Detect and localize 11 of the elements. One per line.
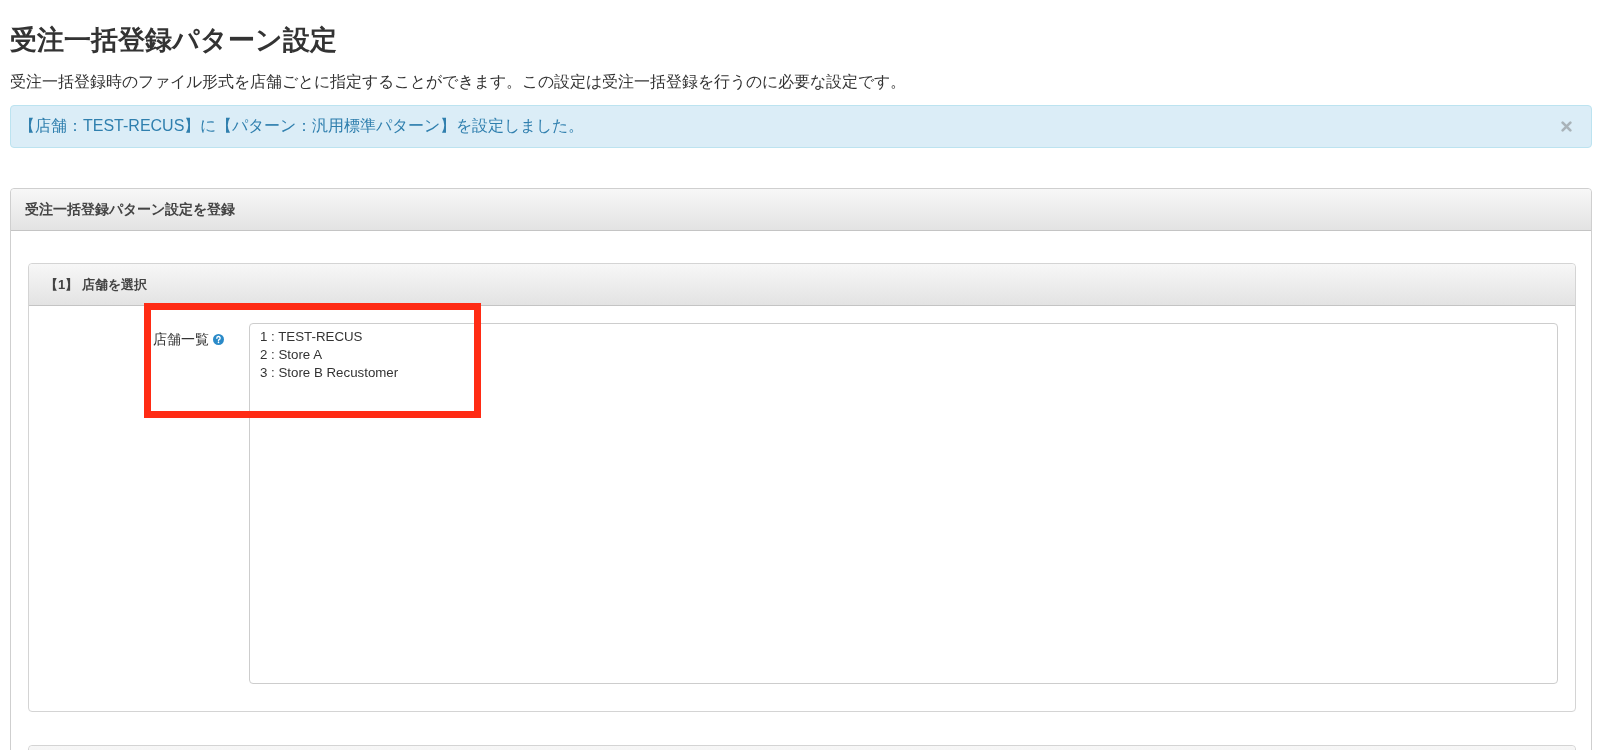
- alert-message: 【店舗：TEST-RECUS】に【パターン：汎用標準パターン】を設定しました。: [19, 116, 586, 136]
- page-description: 受注一括登録時のファイル形式を店舗ごとに指定することができます。この設定は受注一括登録を行うのに必要な設定です。: [10, 72, 907, 92]
- page-title: 受注一括登録パターン設定: [10, 24, 338, 56]
- field-label: 店舗一覧: [153, 331, 209, 348]
- help-icon[interactable]: [213, 334, 224, 345]
- section-header: 【1】 店舗を選択: [29, 264, 1575, 306]
- panel-header: 受注一括登録パターン設定を登録: [11, 189, 1591, 231]
- store-option: 2 : Store A: [260, 346, 1547, 364]
- store-list-field[interactable]: 1 : TEST-RECUS 2 : Store A 3 : Store B Recustomer: [249, 323, 1558, 684]
- store-option: 1 : TEST-RECUS: [260, 328, 1547, 346]
- store-option: 3 : Store B Recustomer: [260, 364, 1547, 382]
